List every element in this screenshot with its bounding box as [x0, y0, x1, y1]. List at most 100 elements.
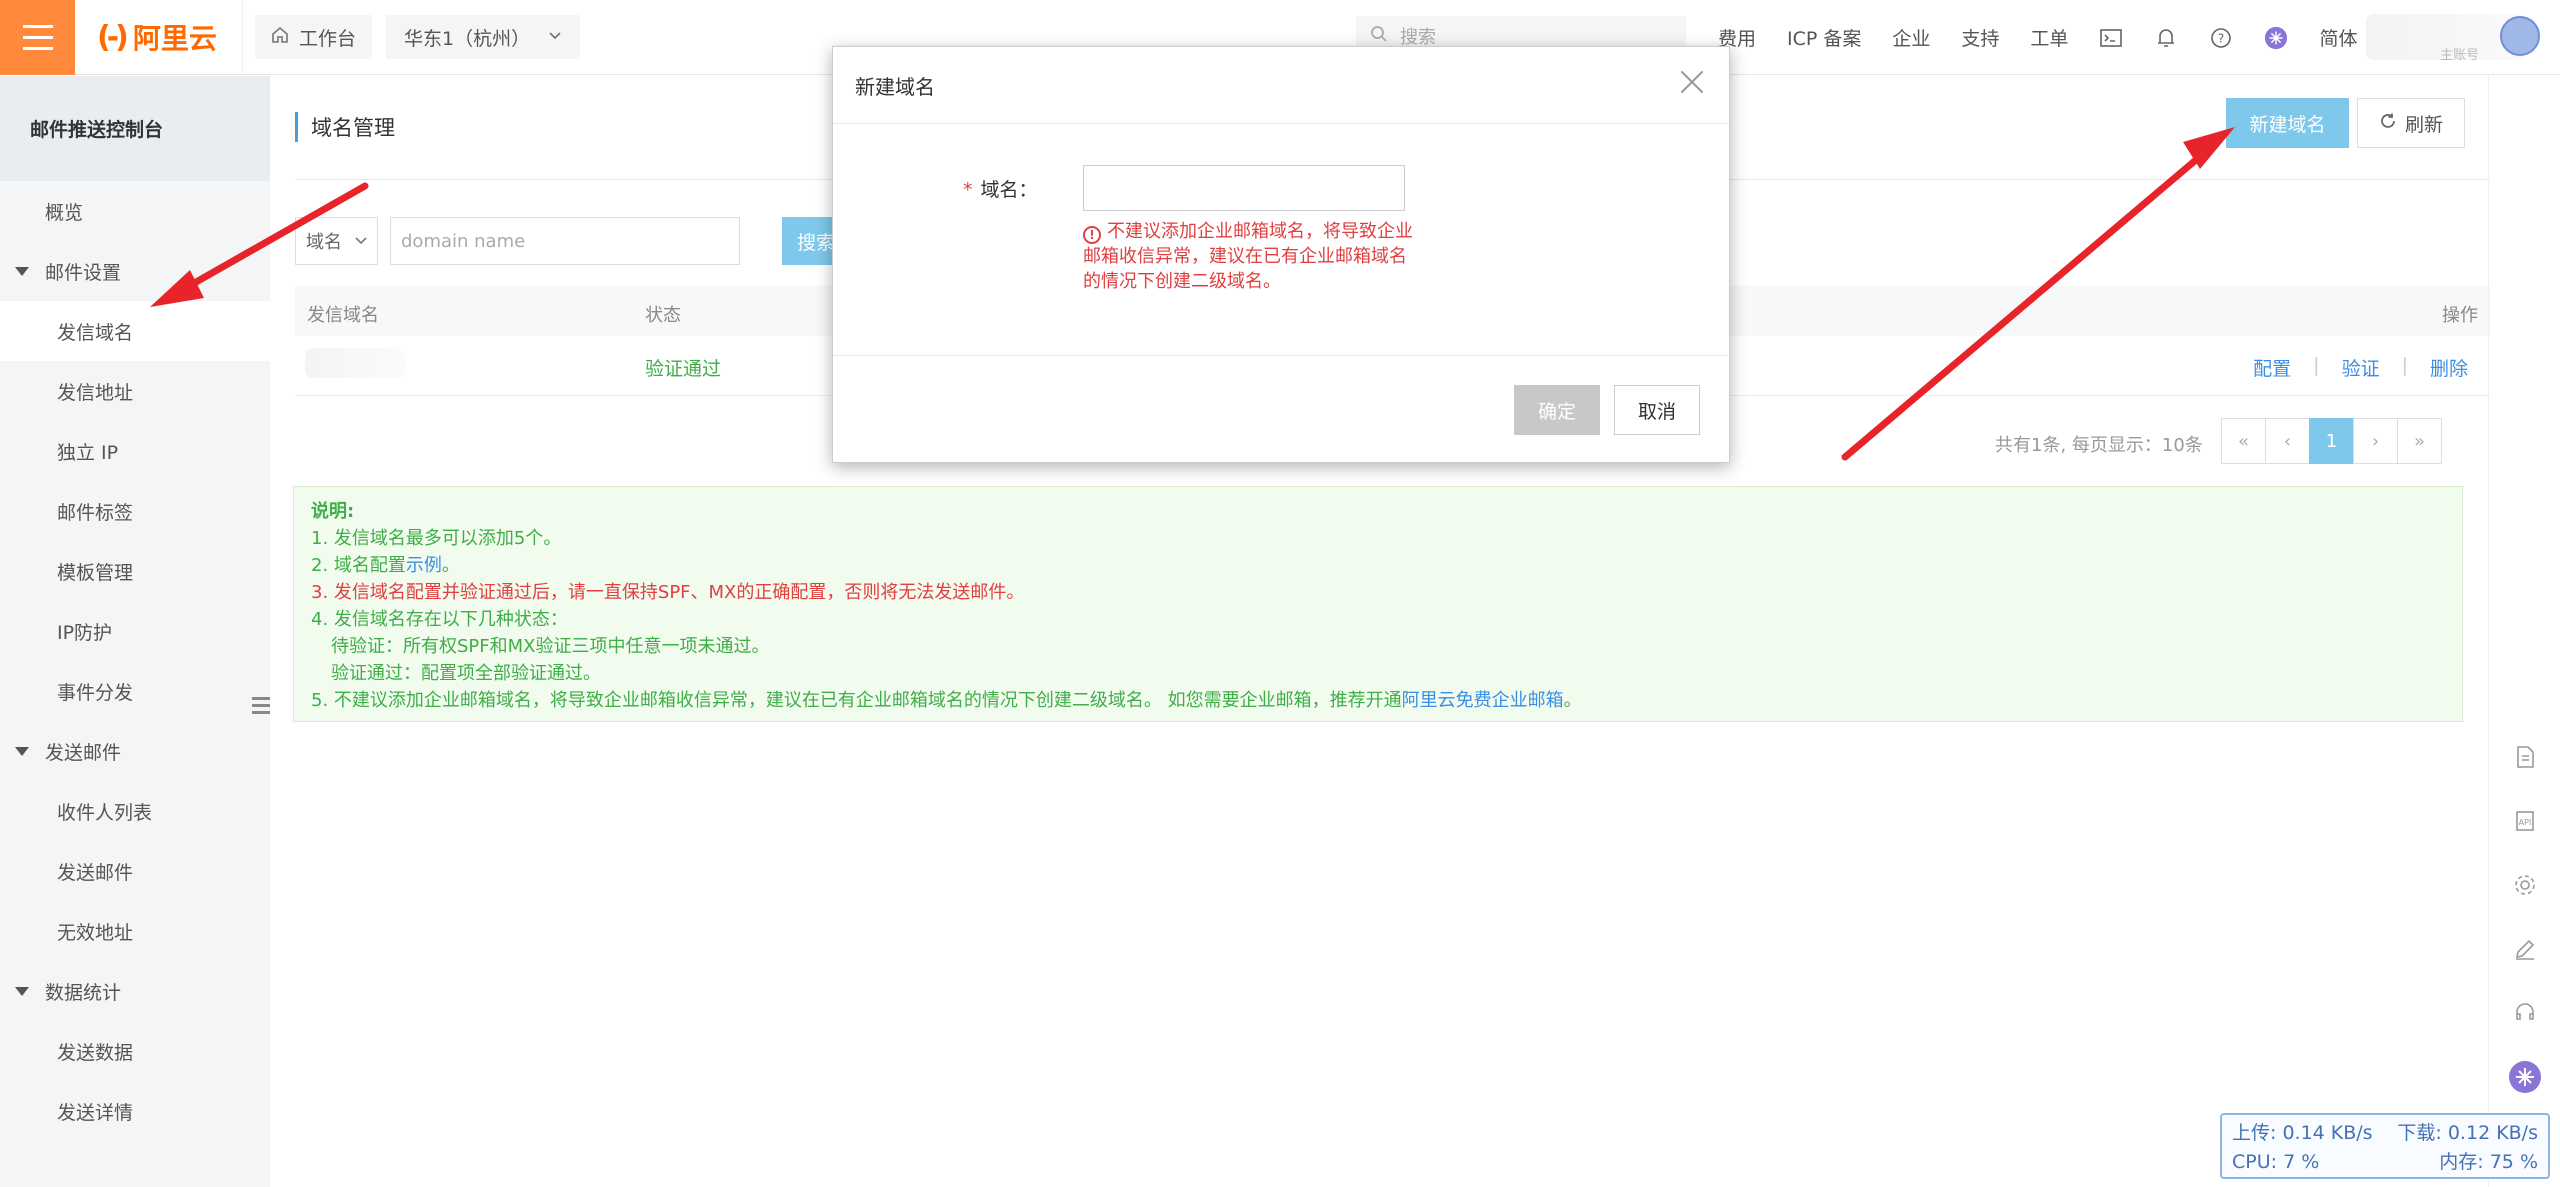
- sidebar-group-mail-settings[interactable]: 邮件设置: [0, 241, 270, 301]
- sidebar-item-recipient-lists[interactable]: 收件人列表: [0, 781, 270, 841]
- sidebar-item-label: 模板管理: [57, 561, 134, 584]
- sidebar-group-statistics[interactable]: 数据统计: [0, 961, 270, 1021]
- nav-tickets[interactable]: 工单: [2030, 24, 2068, 51]
- api-icon[interactable]: API: [2508, 804, 2542, 838]
- sidebar-item-sender-domain[interactable]: 发信域名: [0, 301, 270, 361]
- app-badge-icon[interactable]: [2264, 26, 2288, 50]
- new-domain-button[interactable]: 新建域名: [2226, 98, 2349, 148]
- pagination: « ‹ 1 › »: [2221, 418, 2442, 464]
- sidebar-item-send-data[interactable]: 发送数据: [0, 1021, 270, 1081]
- bell-icon[interactable]: [2154, 26, 2178, 50]
- sidebar-item-label: 无效地址: [57, 921, 134, 944]
- page-title: 域名管理: [295, 112, 395, 142]
- terminal-icon[interactable]: [2099, 26, 2123, 50]
- caret-down-icon: [15, 266, 29, 276]
- instruction-line: 4. 发信域名存在以下几种状态：: [311, 609, 568, 630]
- sidebar-item-label: 事件分发: [57, 681, 134, 704]
- sidebar-item-invalid-addresses[interactable]: 无效地址: [0, 901, 270, 961]
- sidebar-item-label: 邮件标签: [57, 501, 134, 524]
- settings-gear-icon[interactable]: [2508, 868, 2542, 902]
- headset-support-icon[interactable]: [2508, 996, 2542, 1030]
- close-icon[interactable]: [1679, 69, 1705, 95]
- divider: [2488, 76, 2489, 1187]
- sidebar-item-mail-tags[interactable]: 邮件标签: [0, 481, 270, 541]
- nav-icp[interactable]: ICP 备案: [1787, 24, 1861, 51]
- sidebar-item-sender-address[interactable]: 发信地址: [0, 361, 270, 421]
- help-icon[interactable]: ?: [2209, 26, 2233, 50]
- workbench-button[interactable]: 工作台: [255, 15, 373, 59]
- sidebar-item-label: 发送邮件: [57, 861, 134, 884]
- workbench-label: 工作台: [299, 27, 357, 50]
- last-page-button[interactable]: »: [2397, 418, 2442, 464]
- configure-link[interactable]: 配置: [2253, 354, 2291, 381]
- domain-warning-message: ! 不建议添加企业邮箱域名，将导致企业邮箱收信异常，建议在已有企业邮箱域名的情况下…: [1083, 219, 1413, 294]
- nav-support[interactable]: 支持: [1961, 24, 1999, 51]
- domain-field-label: * 域名：: [963, 175, 1038, 202]
- sidebar-item-label: IP防护: [57, 621, 113, 644]
- sidebar-item-send-mail[interactable]: 发送邮件: [0, 841, 270, 901]
- sidebar-item-overview[interactable]: 概览: [0, 181, 270, 241]
- aliyun-logo[interactable]: (-) 阿里云: [97, 17, 242, 57]
- filter-field-value: 域名: [306, 232, 342, 253]
- verify-link[interactable]: 验证: [2342, 354, 2380, 381]
- next-page-button[interactable]: ›: [2353, 418, 2398, 464]
- free-enterprise-mail-link[interactable]: 阿里云免费企业邮箱: [1402, 690, 1564, 711]
- prev-page-button[interactable]: ‹: [2265, 418, 2310, 464]
- menu-hamburger-icon[interactable]: [0, 0, 75, 75]
- divider: [833, 355, 1731, 356]
- assistant-icon[interactable]: [2508, 1060, 2542, 1094]
- cpu-usage: CPU: 7 %: [2232, 1151, 2320, 1173]
- document-icon[interactable]: [2508, 740, 2542, 774]
- sidebar-item-event-dispatch[interactable]: 事件分发: [0, 661, 270, 721]
- sidebar-item-dedicated-ip[interactable]: 独立 IP: [0, 421, 270, 481]
- edit-icon[interactable]: [2508, 932, 2542, 966]
- svg-text:?: ?: [2218, 31, 2224, 45]
- confirm-button[interactable]: 确定: [1514, 385, 1600, 435]
- instruction-line: 1. 发信域名最多可以添加5个。: [311, 528, 562, 549]
- refresh-icon: [2379, 112, 2397, 135]
- example-link[interactable]: 示例: [406, 555, 442, 576]
- instruction-text: 5. 不建议添加企业邮箱域名，将导致企业邮箱收信异常，建议在已有企业邮箱域名的情…: [311, 690, 1402, 711]
- instruction-line-warning: 3. 发信域名配置并验证通过后，请一直保持SPF、MX的正确配置，否则将无法发送…: [311, 582, 1025, 603]
- delete-link[interactable]: 删除: [2430, 354, 2468, 381]
- filter-field-select[interactable]: 域名: [295, 217, 378, 265]
- instruction-text: 。: [441, 555, 460, 576]
- instruction-line: 2. 域名配置示例。: [311, 552, 2445, 579]
- sidebar-item-templates[interactable]: 模板管理: [0, 541, 270, 601]
- instructions-title: 说明:: [311, 501, 355, 522]
- sidebar-item-send-details[interactable]: 发送详情: [0, 1081, 270, 1141]
- caret-down-icon: [15, 986, 29, 996]
- instruction-subline: 验证通过：配置项全部验证通过。: [331, 663, 601, 684]
- top-right-nav: 费用 ICP 备案 企业 支持 工单 ? 简体: [1718, 0, 2357, 75]
- sidebar-item-label: 独立 IP: [57, 441, 119, 464]
- chevron-down-icon: [548, 26, 562, 48]
- refresh-label: 刷新: [2404, 113, 2443, 136]
- sidebar-group-label: 数据统计: [45, 981, 122, 1004]
- avatar[interactable]: [2500, 16, 2540, 56]
- sidebar-group-send-mail[interactable]: 发送邮件: [0, 721, 270, 781]
- divider: |: [2313, 354, 2320, 376]
- sidebar-item-label: 收件人列表: [57, 801, 153, 824]
- sidebar-item-label: 概览: [45, 201, 84, 224]
- sidebar-item-label: 发送数据: [57, 1041, 134, 1064]
- domain-name-blurred: [305, 348, 405, 378]
- instruction-text: 2. 域名配置: [311, 555, 406, 576]
- first-page-button[interactable]: «: [2221, 418, 2266, 464]
- cancel-button[interactable]: 取消: [1614, 385, 1700, 435]
- brand-name: 阿里云: [132, 22, 217, 55]
- refresh-button[interactable]: 刷新: [2357, 98, 2465, 148]
- caret-down-icon: [15, 746, 29, 756]
- sidebar-group-label: 邮件设置: [45, 261, 122, 284]
- domain-search-input[interactable]: domain name: [390, 217, 740, 265]
- nav-enterprise[interactable]: 企业: [1892, 24, 1930, 51]
- right-floating-toolbar: API: [2505, 740, 2545, 1094]
- network-monitor-widget: 上传: 0.14 KB/s 下载: 0.12 KB/s CPU: 7 % 内存: 7…: [2220, 1113, 2550, 1179]
- domain-name-input[interactable]: [1083, 165, 1405, 211]
- language-switch[interactable]: 简体: [2319, 24, 2357, 51]
- sidebar-item-label: 发信地址: [57, 381, 134, 404]
- page-1-button[interactable]: 1: [2309, 418, 2354, 464]
- sidebar-collapse-handle-icon[interactable]: [252, 692, 270, 718]
- dialog-title: 新建域名: [855, 74, 935, 99]
- sidebar-item-ip-protection[interactable]: IP防护: [0, 601, 270, 661]
- region-selector[interactable]: 华东1（杭州）: [386, 15, 581, 59]
